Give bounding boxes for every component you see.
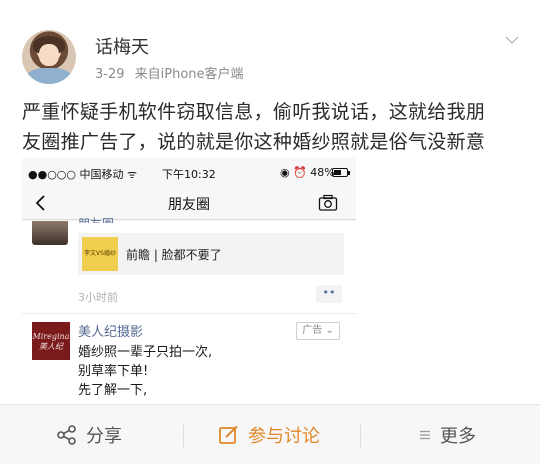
- edit-icon: [219, 425, 238, 444]
- feed-time: 3小时前: [78, 291, 118, 304]
- ad-badge: 广告 ⌄: [296, 322, 340, 340]
- nav-title: 朋友圈: [168, 197, 210, 213]
- battery-icon: [332, 168, 350, 177]
- more-label: 更多: [440, 426, 476, 447]
- post-header: 话梅天 3-29 来自iPhone客户端: [0, 0, 540, 90]
- ad-text-line: 别草率下单!: [78, 364, 149, 379]
- status-carrier: ●●○○○ 中国移动 ᯤ: [28, 168, 138, 181]
- status-time: 下午10:32: [162, 168, 216, 181]
- attached-screenshot[interactable]: ●●○○○ 中国移动 ᯤ 下午10:32 ◉ ⏰ 48% 朋友圈 朋友圈 李文V…: [22, 158, 356, 404]
- more-button[interactable]: 更多: [418, 423, 476, 447]
- phone-status-bar: ●●○○○ 中国移动 ᯤ 下午10:32 ◉ ⏰ 48%: [22, 158, 356, 186]
- avatar-face: [39, 44, 59, 66]
- action-divider: [183, 425, 184, 447]
- action-bar: 分享 参与讨论 更多: [0, 404, 540, 464]
- discuss-label: 参与讨论: [248, 426, 320, 447]
- link-title: 前瞻 | 脸都不要了: [126, 248, 222, 262]
- camera-icon: [318, 194, 338, 211]
- post-date: 3-29: [95, 67, 125, 82]
- share-button[interactable]: 分享: [56, 423, 122, 447]
- action-divider: [360, 425, 361, 447]
- menu-icon: [420, 430, 430, 440]
- post-text-line: 严重怀疑手机软件窃取信息，偷听我说话，这就给我朋: [22, 101, 486, 123]
- feed-avatar: [32, 221, 68, 245]
- username[interactable]: 话梅天: [95, 33, 149, 59]
- avatar-shirt: [27, 68, 71, 84]
- ad-text: 婚纱照一辈子只拍一次, 别草率下单! 先了解一下,: [78, 343, 212, 400]
- discuss-button[interactable]: 参与讨论: [218, 423, 320, 447]
- link-card: 李文VS婚纱 前瞻 | 脸都不要了: [78, 233, 344, 275]
- status-battery-percent: ◉ ⏰ 48%: [280, 166, 335, 179]
- share-label: 分享: [86, 426, 122, 447]
- post-source: 来自iPhone客户端: [134, 67, 244, 82]
- ad-advertiser-name: 美人纪摄影: [78, 325, 144, 340]
- moments-feed: 朋友圈 李文VS婚纱 前瞻 | 脸都不要了 3小时前 •• Miregina 美…: [22, 217, 356, 404]
- feed-divider: [22, 313, 356, 314]
- post-text: 严重怀疑手机软件窃取信息，偷听我说话，这就给我朋 友圈推广告了，说的就是你这种婚…: [22, 97, 527, 157]
- feed-name-cut: 朋友圈: [78, 215, 114, 223]
- ad-text-line: 先了解一下,: [78, 383, 148, 398]
- link-thumbnail: 李文VS婚纱: [82, 237, 118, 271]
- ad-logo: Miregina 美人纪: [32, 322, 70, 360]
- share-icon: [57, 425, 76, 445]
- chevron-down-icon[interactable]: [505, 33, 519, 47]
- post-meta: 3-29 来自iPhone客户端: [95, 63, 250, 82]
- post-text-line: 友圈推广告了，说的就是你这种婚纱照就是俗气没新意: [22, 131, 486, 153]
- user-avatar[interactable]: [22, 30, 76, 84]
- ad-text-line: 婚纱照一辈子只拍一次,: [78, 345, 213, 360]
- more-dots-icon: ••: [316, 285, 342, 303]
- phone-nav-bar: 朋友圈: [22, 186, 356, 220]
